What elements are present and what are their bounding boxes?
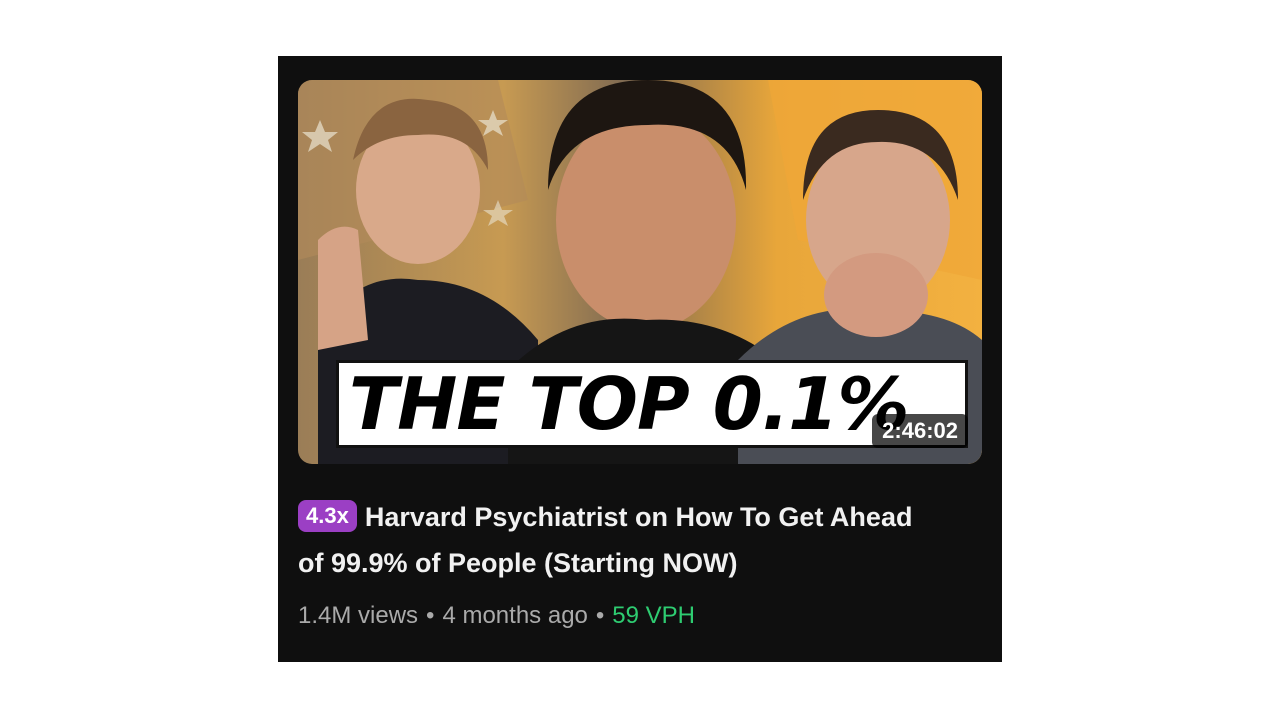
duration-badge: 2:46:02 (872, 414, 968, 448)
meta-separator: • (426, 602, 435, 629)
vph-stat: 59 VPH (612, 602, 696, 629)
upload-age: 4 months ago (442, 602, 588, 629)
video-title[interactable]: 4.3x Harvard Psychiatrist on How To Get A… (298, 494, 938, 586)
video-card[interactable]: THE TOP 0.1% 2:46:02 4.3x Harvard Psychia… (278, 56, 1002, 662)
outlier-badge: 4.3x (298, 500, 357, 532)
meta-separator: • (595, 602, 605, 629)
view-count: 1.4M views (298, 602, 419, 629)
video-metadata: 1.4M views • 4 months ago • 59 VPH (298, 600, 695, 632)
thumbnail-text: THE TOP 0.1% (349, 362, 909, 446)
video-title-text[interactable]: Harvard Psychiatrist on How To Get Ahead… (298, 502, 912, 578)
video-thumbnail[interactable]: THE TOP 0.1% 2:46:02 (298, 80, 982, 464)
